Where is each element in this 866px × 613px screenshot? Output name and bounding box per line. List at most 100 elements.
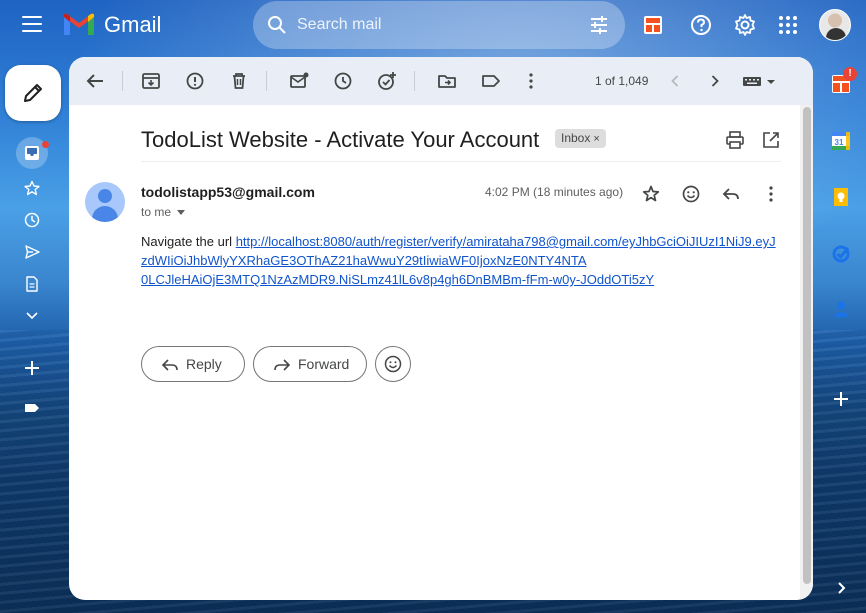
input-tools-button[interactable] (741, 69, 781, 93)
header-divider (141, 161, 781, 162)
trash-icon (233, 73, 245, 89)
newer-button[interactable] (663, 69, 687, 93)
reply-label: Reply (186, 356, 222, 372)
forward-icon (274, 359, 291, 371)
more-vert-icon[interactable] (759, 182, 783, 206)
keyboard-icon (743, 77, 775, 86)
tasks-app-icon[interactable] (830, 242, 852, 264)
print-icon[interactable] (725, 130, 745, 150)
link-line[interactable]: zdWIiOiJhbWlyYXRhaGE3OThAZ21haWwuY29tIiw… (141, 251, 781, 270)
gmail-logo-icon[interactable] (62, 13, 96, 37)
label-tag-icon (25, 404, 39, 412)
pagination-count: 1 of 1,049 (595, 74, 649, 88)
snooze-button[interactable] (331, 69, 355, 93)
inbox-icon (25, 146, 39, 160)
compose-button[interactable] (5, 65, 61, 121)
report-icon (186, 72, 204, 90)
expand-panel-chevron-icon[interactable] (830, 577, 852, 599)
create-label-button[interactable] (16, 354, 48, 382)
search-icon[interactable] (267, 15, 287, 35)
archive-icon (142, 73, 160, 89)
more-vert-icon (529, 73, 533, 89)
reply-icon[interactable] (719, 182, 743, 206)
email-timestamp: 4:02 PM (18 minutes ago) (485, 185, 624, 199)
label-name: Inbox (561, 131, 591, 145)
star-icon (24, 180, 40, 196)
search-options-icon[interactable] (589, 15, 609, 35)
sender-address[interactable]: todolistapp53@gmail.com (141, 184, 315, 200)
remove-label-icon[interactable]: × (593, 133, 599, 145)
help-icon[interactable] (689, 13, 713, 37)
mark-unread-button[interactable] (287, 69, 311, 93)
nav-snoozed[interactable] (16, 206, 48, 234)
link-line[interactable]: 0LCJleHAiOjE3MTQ1NzAzMDR9.NiSLmz41lL6v8p… (141, 270, 781, 289)
search-input[interactable] (297, 11, 567, 39)
toolbar-divider (122, 71, 123, 91)
delete-button[interactable] (227, 69, 251, 93)
nav-drafts[interactable] (16, 270, 48, 298)
add-to-tasks-button[interactable] (375, 69, 399, 93)
nav-more[interactable] (16, 302, 48, 330)
email-toolbar: 1 of 1,049 (69, 57, 813, 105)
unread-dot (42, 141, 49, 148)
add-on-plus-icon[interactable] (830, 388, 852, 410)
reply-button[interactable]: Reply (141, 346, 245, 382)
chevron-right-icon (711, 75, 719, 87)
nav-sent[interactable] (16, 238, 48, 266)
report-spam-button[interactable] (183, 69, 207, 93)
older-button[interactable] (703, 69, 727, 93)
draft-file-icon (26, 276, 38, 292)
search-bar[interactable] (253, 1, 625, 49)
arrow-left-icon (86, 74, 103, 88)
toolbar-divider (266, 71, 267, 91)
folder-move-icon (438, 75, 456, 88)
send-icon (25, 245, 40, 259)
calendar-app-icon[interactable]: 31 (830, 130, 852, 152)
main-menu-icon[interactable] (22, 16, 42, 32)
nav-starred[interactable] (16, 174, 48, 202)
emoji-icon (384, 355, 402, 373)
open-new-window-icon[interactable] (761, 130, 781, 150)
recipient-text: to me (141, 205, 172, 219)
email-view: 1 of 1,049 TodoList Website - Activate Y… (69, 57, 813, 600)
app-name[interactable]: Gmail (104, 12, 161, 38)
clock-icon (334, 72, 352, 90)
recipient-details[interactable]: to me (141, 205, 186, 219)
email-subject: TodoList Website - Activate Your Account (141, 127, 540, 152)
more-options-button[interactable] (519, 69, 543, 93)
emoji-react-icon[interactable] (679, 182, 703, 206)
move-to-button[interactable] (435, 69, 459, 93)
labels-button[interactable] (479, 69, 503, 93)
mail-unread-icon (290, 72, 309, 88)
verification-link[interactable]: http://localhost:8080/auth/register/veri… (141, 234, 781, 289)
forward-label: Forward (298, 356, 350, 372)
email-body: Navigate the url http://localhost:8080/a… (141, 232, 781, 289)
sheets-widget-icon[interactable] (641, 13, 665, 37)
nav-label[interactable] (16, 394, 48, 422)
label-icon (482, 75, 500, 87)
chevron-left-icon (671, 75, 679, 87)
back-button[interactable] (83, 69, 107, 93)
link-line[interactable]: http://localhost:8080/auth/register/veri… (236, 234, 776, 249)
add-task-icon (378, 72, 396, 90)
star-icon[interactable] (639, 182, 663, 206)
contacts-app-icon[interactable] (830, 298, 852, 320)
clock-icon (24, 212, 40, 228)
caret-down-icon[interactable] (177, 210, 186, 216)
account-avatar[interactable] (819, 9, 851, 41)
settings-gear-icon[interactable] (733, 13, 757, 37)
forward-button[interactable]: Forward (253, 346, 367, 382)
pencil-icon (24, 84, 42, 102)
chevron-down-icon (26, 312, 38, 320)
keep-app-icon[interactable] (830, 186, 852, 208)
sender-avatar[interactable] (85, 182, 125, 222)
reply-icon (161, 359, 178, 371)
archive-button[interactable] (139, 69, 163, 93)
apps-grid-icon[interactable] (776, 13, 800, 37)
inbox-label-chip[interactable]: Inbox × (555, 129, 606, 148)
toolbar-divider (414, 71, 415, 91)
notification-badge: ! (843, 67, 857, 81)
plus-icon (25, 361, 39, 375)
scrollbar-thumb[interactable] (803, 107, 811, 584)
emoji-reaction-button[interactable] (375, 346, 411, 382)
